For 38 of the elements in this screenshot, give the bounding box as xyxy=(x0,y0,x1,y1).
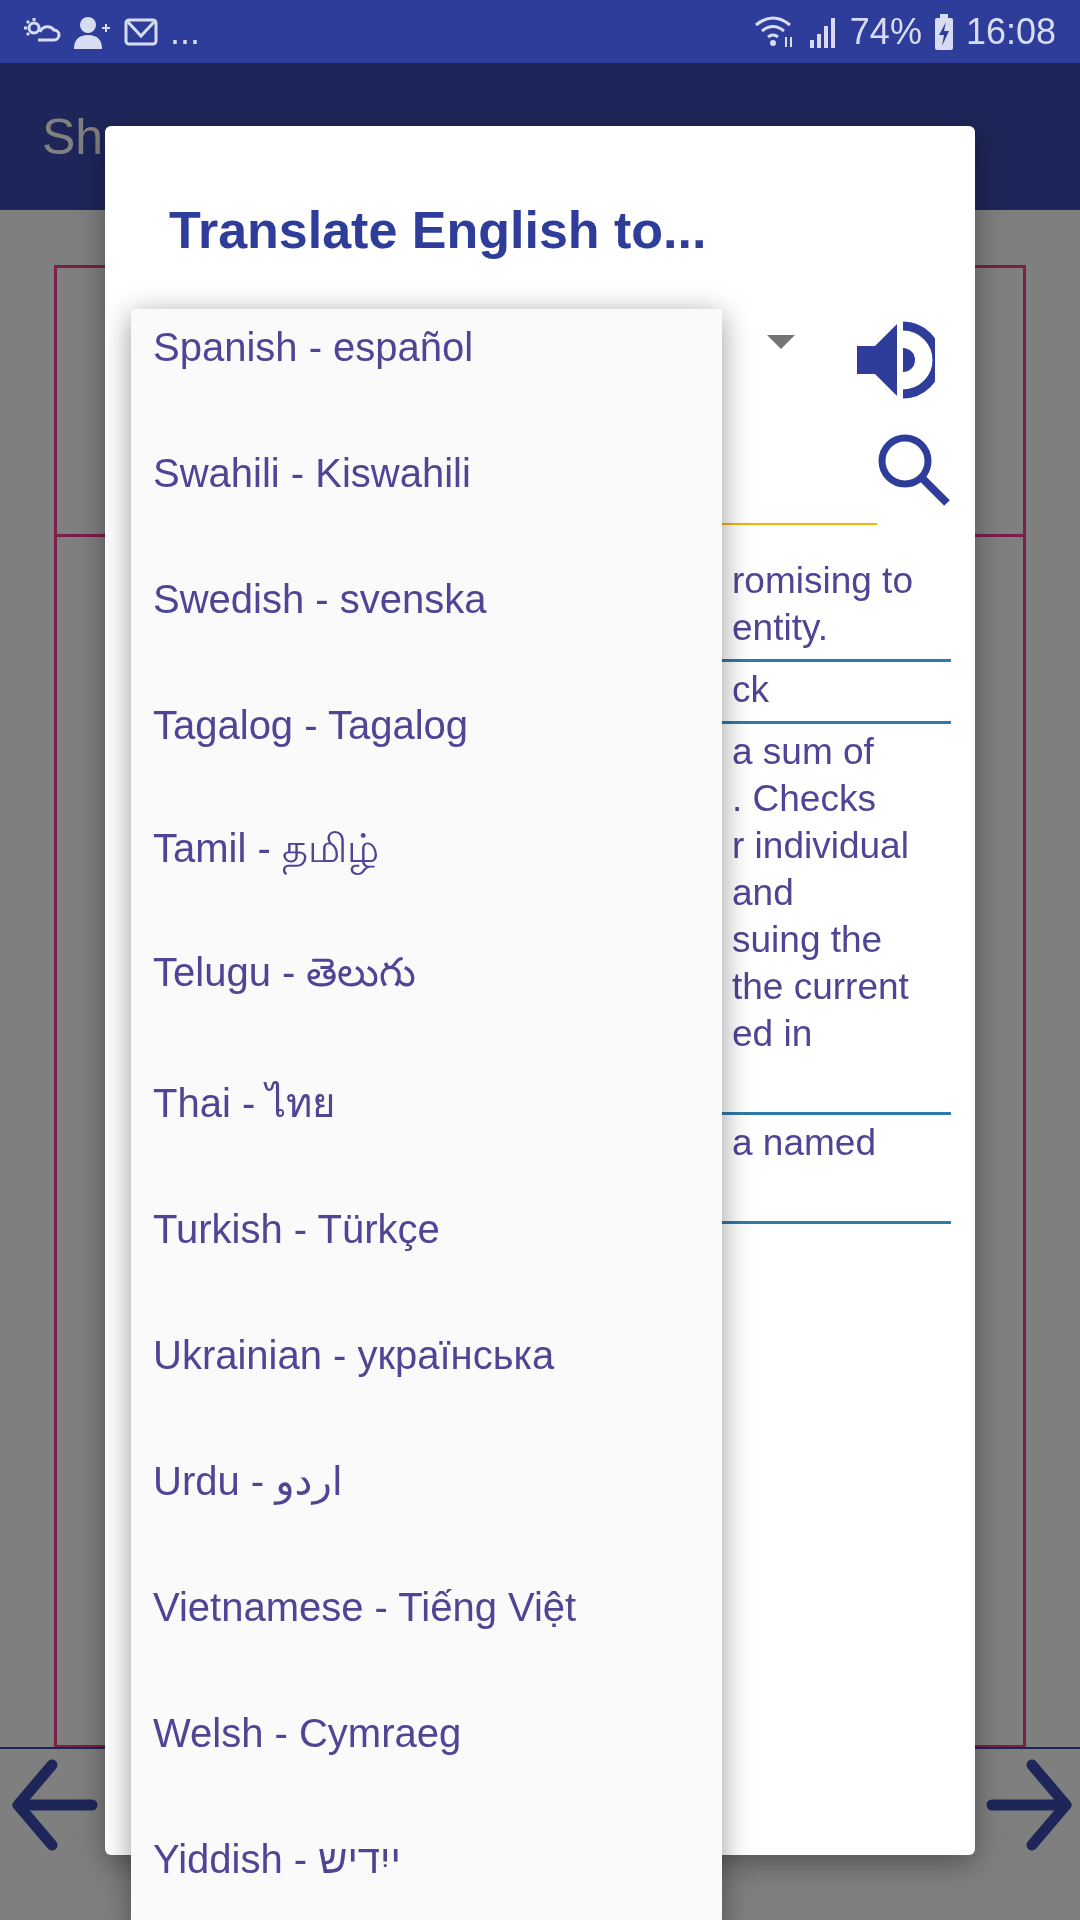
dialog-title: Translate English to... xyxy=(169,200,708,261)
search-icon[interactable] xyxy=(877,433,951,507)
left-arrow-icon xyxy=(12,1759,98,1851)
definition-text: suing the xyxy=(732,918,884,962)
definition-text: the current xyxy=(732,965,910,1009)
language-option[interactable]: Swahili - Kiswahili xyxy=(131,410,722,536)
language-option[interactable]: Urdu - اردو xyxy=(131,1418,722,1544)
language-option[interactable]: Thai - ไทย xyxy=(131,1040,722,1166)
dropdown-caret-icon[interactable] xyxy=(767,335,795,349)
more-notifications: ... xyxy=(170,10,200,53)
language-option[interactable]: Swedish - svenska xyxy=(131,536,722,662)
battery-charging-icon xyxy=(933,13,954,50)
definition-text: a named xyxy=(732,1121,877,1165)
definition-text: romising to xyxy=(732,559,914,603)
clock: 16:08 xyxy=(965,10,1056,53)
right-arrow-icon xyxy=(986,1759,1072,1851)
definition-text: entity. xyxy=(732,606,829,650)
person-add-icon xyxy=(74,14,112,49)
language-option[interactable]: Spanish - español xyxy=(131,309,722,410)
app-title: Sh xyxy=(42,107,104,166)
language-option[interactable]: Tamil - தமிழ் xyxy=(131,788,722,914)
definition-text: . Checks xyxy=(732,777,877,821)
mail-icon xyxy=(124,17,158,46)
definition-text: ed in xyxy=(732,1012,814,1056)
language-option[interactable]: Welsh - Cymraeg xyxy=(131,1670,722,1796)
definition-text: ck xyxy=(732,668,770,712)
signal-icon xyxy=(807,15,838,48)
language-option[interactable]: Tagalog - Tagalog xyxy=(131,662,722,788)
language-option[interactable]: Telugu - తెలుగు xyxy=(131,914,722,1040)
definition-text: r individual xyxy=(732,824,910,868)
language-option[interactable]: Vietnamese - Tiếng Việt xyxy=(131,1544,722,1670)
language-option[interactable]: Ukrainian - українська xyxy=(131,1292,722,1418)
speaker-icon[interactable] xyxy=(855,320,935,400)
definition-text: and xyxy=(732,871,795,915)
language-option[interactable]: Yiddish - ייִדיש xyxy=(131,1796,722,1920)
definition-text: a sum of xyxy=(732,730,875,774)
battery-percent: 74% xyxy=(849,10,922,53)
language-option[interactable]: Turkish - Türkçe xyxy=(131,1166,722,1292)
